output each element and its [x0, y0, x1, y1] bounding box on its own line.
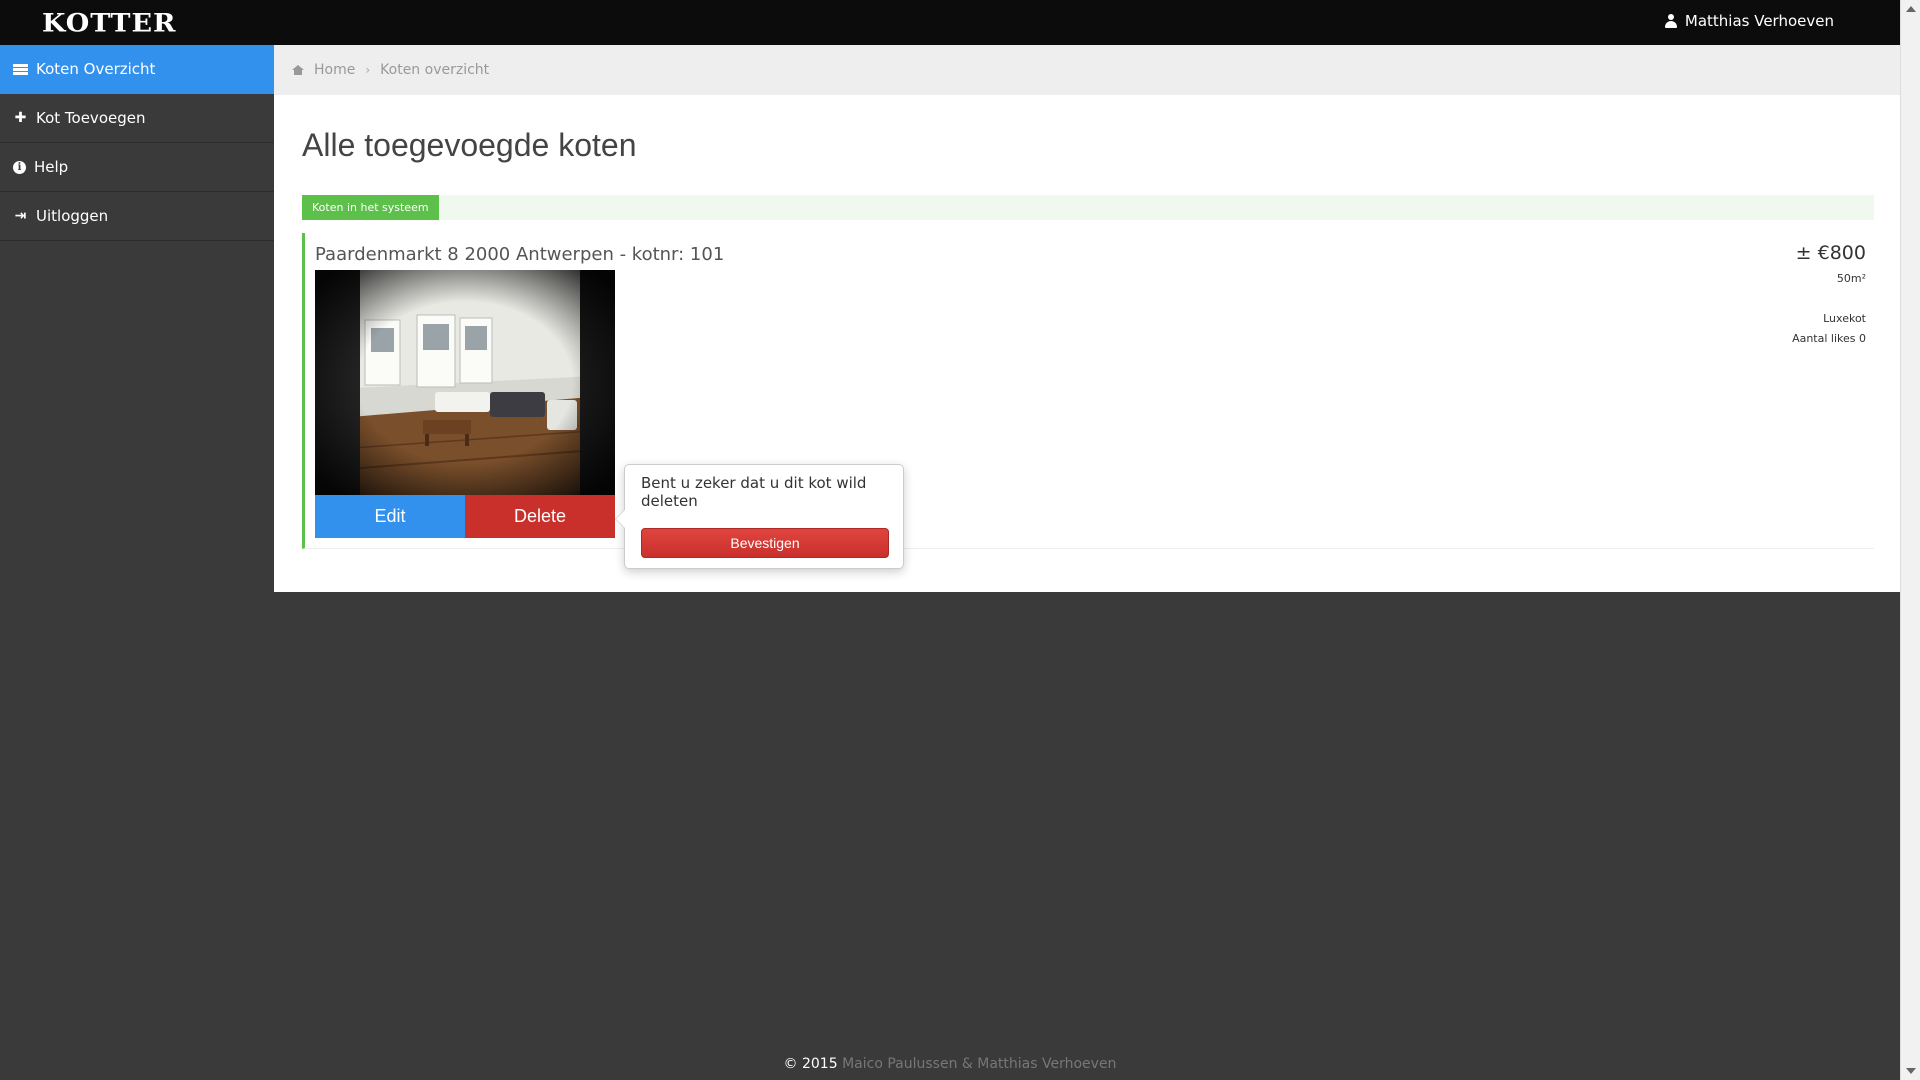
main-content: Home › Koten overzicht Alle toegevoegde … — [274, 45, 1900, 592]
home-icon — [292, 65, 304, 75]
sidebar-item-label: Koten Overzicht — [36, 60, 156, 78]
scroll-down-icon[interactable] — [1906, 1068, 1916, 1074]
popover-arrow — [615, 509, 625, 529]
kot-card: Paardenmarkt 8 2000 Antwerpen - kotnr: 1… — [302, 233, 1874, 549]
breadcrumb-home[interactable]: Home — [314, 62, 355, 78]
chevron-right-icon: › — [365, 63, 371, 77]
sidebar-item-label: Help — [34, 158, 69, 176]
kot-likes: Aantal likes 0 — [1792, 332, 1866, 345]
plus-icon: ✚ — [14, 110, 27, 126]
sidebar-item-kot-toevoegen[interactable]: ✚ Kot Toevoegen — [0, 94, 274, 143]
section-label: Koten in het systeem — [302, 195, 439, 220]
vertical-scrollbar[interactable] — [1900, 0, 1920, 1080]
sidebar-item-label: Uitloggen — [36, 207, 109, 225]
confirm-delete-popover: Bent u zeker dat u dit kot wild deleten … — [615, 464, 904, 569]
sidebar-item-uitloggen[interactable]: ⇥ Uitloggen — [0, 192, 274, 241]
user-icon — [1664, 14, 1677, 28]
list-icon — [13, 63, 28, 75]
kot-photo — [315, 270, 615, 495]
user-name: Matthias Verhoeven — [1684, 12, 1834, 30]
logout-icon: ⇥ — [14, 208, 27, 224]
kot-address[interactable]: Paardenmarkt 8 2000 Antwerpen - kotnr: 1… — [315, 244, 724, 265]
scroll-up-icon[interactable] — [1906, 6, 1916, 12]
edit-button[interactable]: Edit — [315, 495, 465, 538]
info-icon: i — [13, 160, 26, 174]
sidebar-item-koten-overzicht[interactable]: Koten Overzicht — [0, 45, 274, 94]
breadcrumb-current: Koten overzicht — [380, 62, 490, 78]
kot-type: Luxekot — [1823, 312, 1866, 325]
app-logo[interactable]: KOTTER — [42, 9, 177, 38]
sidebar-item-label: Kot Toevoegen — [36, 109, 146, 127]
page-title: Alle toegevoegde koten — [302, 127, 637, 163]
footer-authors: Maico Paulussen & Matthias Verhoeven — [842, 1056, 1117, 1072]
confirm-button[interactable]: Bevestigen — [641, 528, 889, 558]
top-navbar: KOTTER Matthias Verhoeven — [0, 0, 1900, 45]
breadcrumb: Home › Koten overzicht — [274, 45, 1900, 95]
section-header: Koten in het systeem — [302, 195, 1874, 220]
sidebar: Koten Overzicht ✚ Kot Toevoegen i Help ⇥… — [0, 45, 274, 1080]
delete-button[interactable]: Delete — [465, 495, 615, 538]
kot-price: ± €800 — [1795, 242, 1866, 264]
kot-area: 50m² — [1836, 272, 1866, 285]
sidebar-item-help[interactable]: i Help — [0, 143, 274, 192]
popover-message: Bent u zeker dat u dit kot wild deleten — [641, 474, 867, 510]
user-menu[interactable]: Matthias Verhoeven — [1664, 12, 1834, 30]
footer: © 2015 Maico Paulussen & Matthias Verhoe… — [0, 1056, 1900, 1072]
footer-copyright: © 2015 — [783, 1056, 838, 1072]
